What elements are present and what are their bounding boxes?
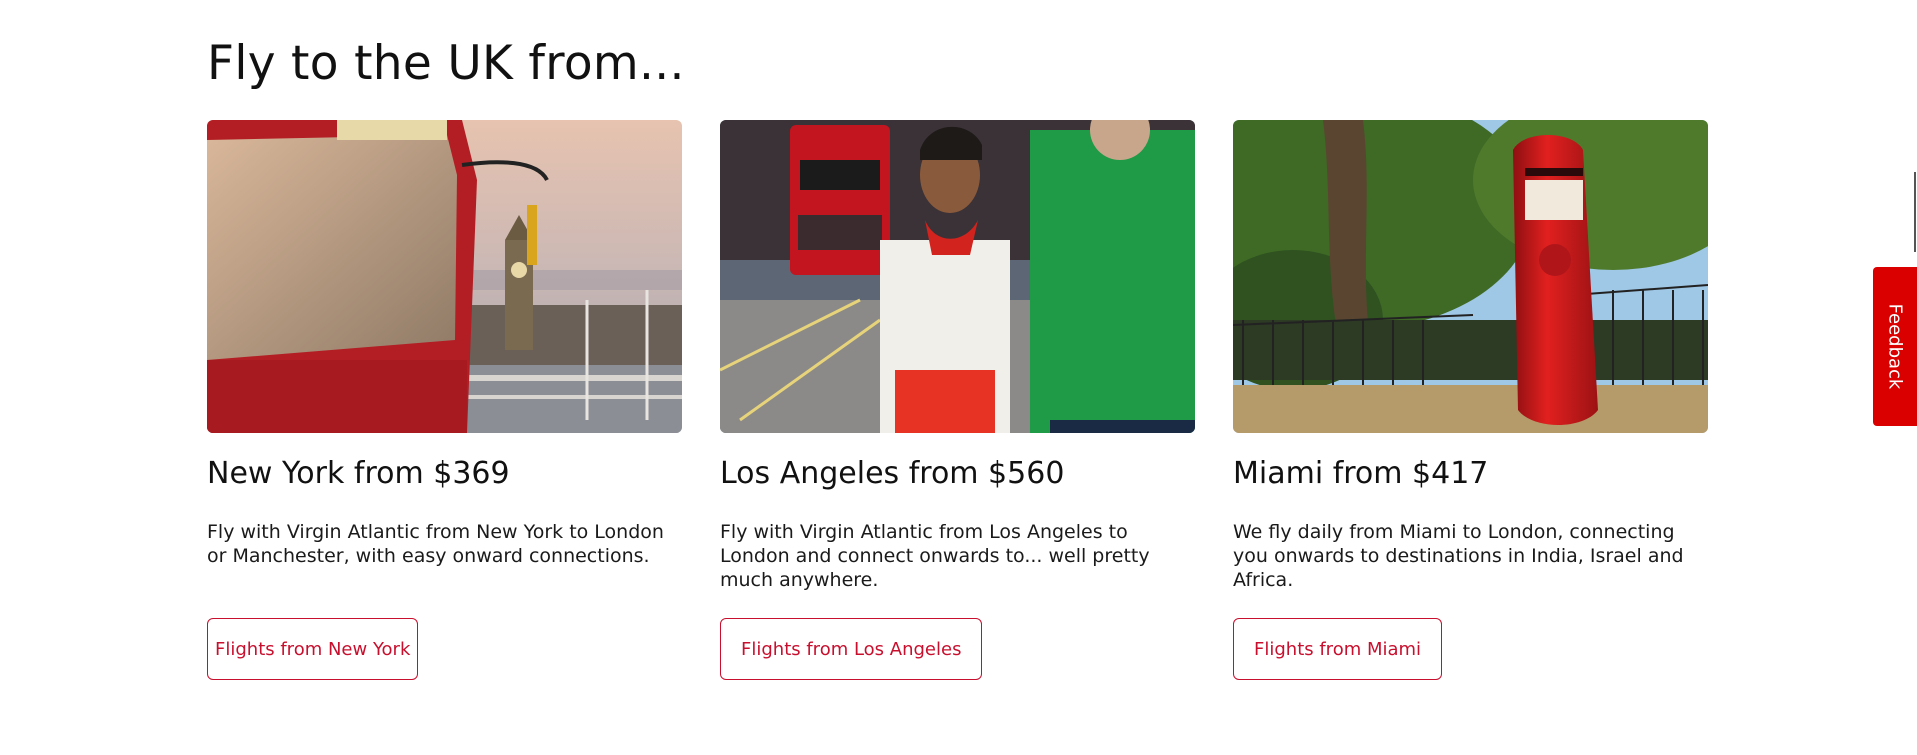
section-heading: Fly to the UK from...: [207, 36, 685, 91]
flights-from-new-york-button[interactable]: Flights from New York: [207, 618, 419, 680]
destination-card-miami: Miami from $417 We fly daily from Miami …: [1233, 120, 1708, 680]
feedback-label: Feedback: [1884, 303, 1906, 390]
card-description: Fly with Virgin Atlantic from New York t…: [207, 521, 664, 567]
card-title: Miami from $417: [1233, 456, 1489, 491]
card-image-london-bus-big-ben: [207, 120, 682, 433]
destination-card-new-york: New York from $369 Fly with Virgin Atlan…: [207, 120, 682, 680]
card-image-red-postbox: [1233, 120, 1708, 433]
card-title: Los Angeles from $560: [720, 456, 1065, 491]
card-description: We fly daily from Miami to London, conne…: [1233, 521, 1684, 591]
card-image-couple-london-street: [720, 120, 1195, 433]
card-description: Fly with Virgin Atlantic from Los Angele…: [720, 521, 1150, 591]
flights-from-miami-button[interactable]: Flights from Miami: [1233, 618, 1443, 680]
destination-card-los-angeles: Los Angeles from $560 Fly with Virgin At…: [720, 120, 1195, 680]
card-title: New York from $369: [207, 456, 510, 491]
flights-from-los-angeles-button[interactable]: Flights from Los Angeles: [720, 618, 983, 680]
scrollbar-thumb[interactable]: [1914, 172, 1916, 252]
feedback-tab[interactable]: Feedback: [1873, 267, 1917, 426]
